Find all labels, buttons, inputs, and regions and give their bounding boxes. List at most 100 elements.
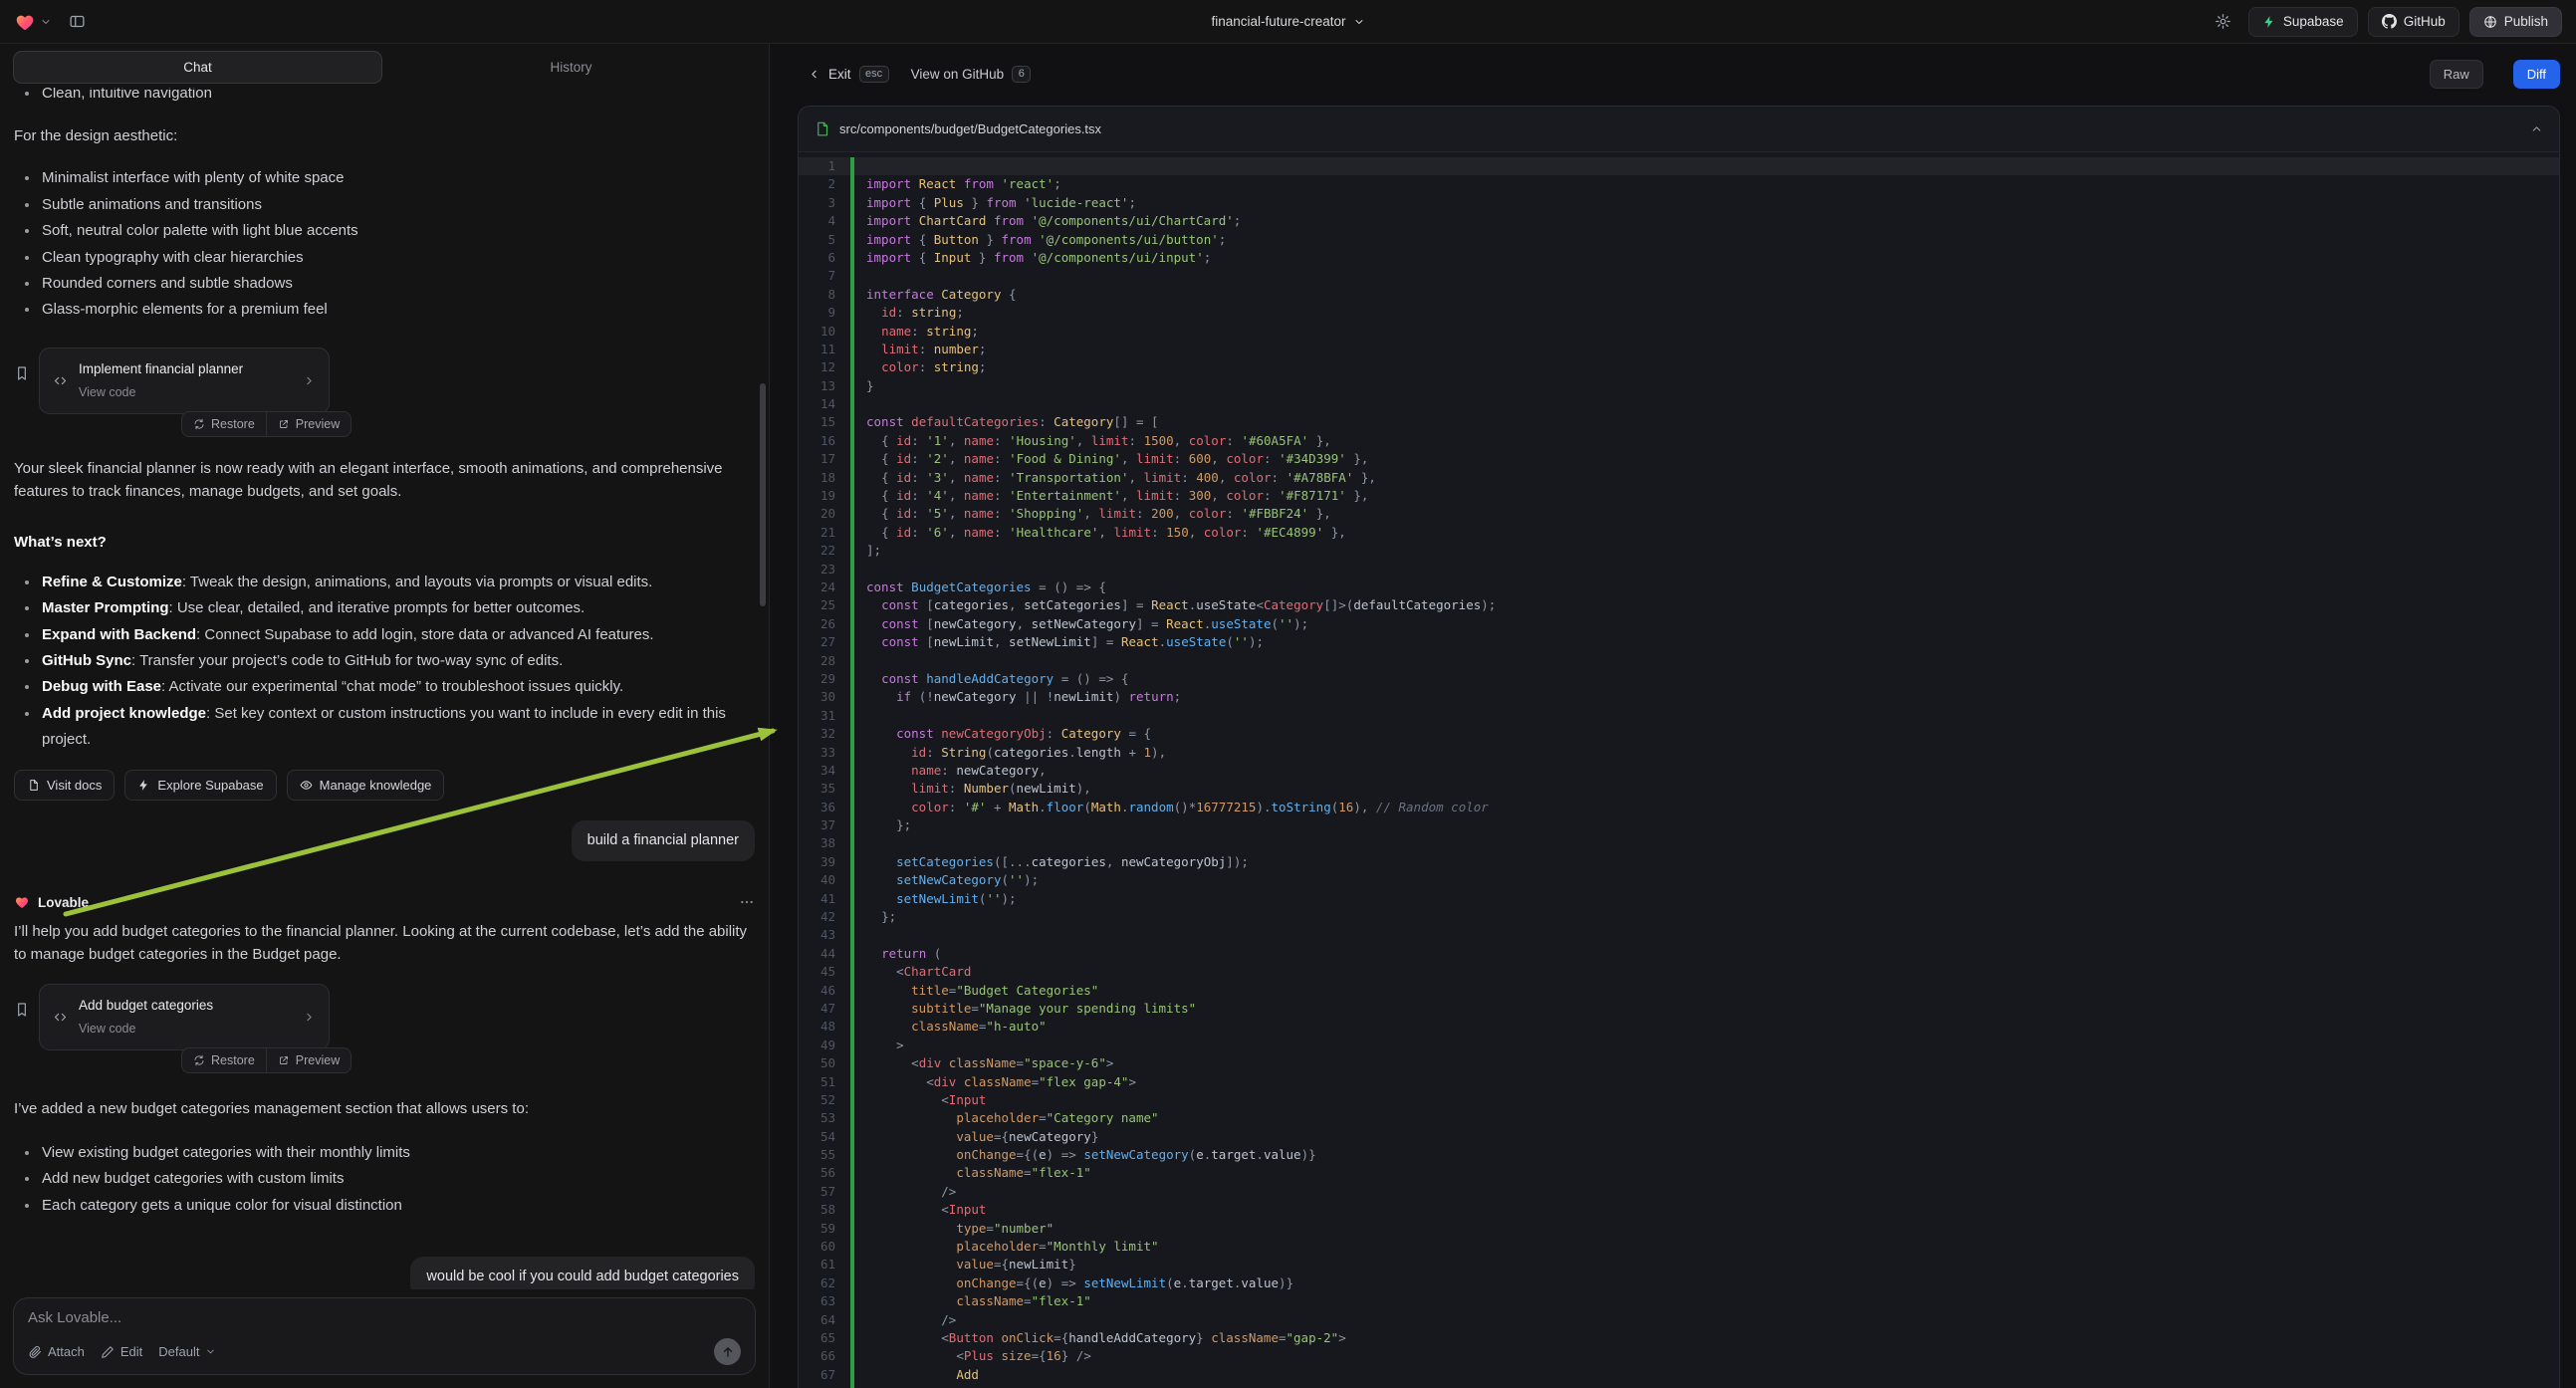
- code-line: 56 className="flex-1": [799, 1164, 2559, 1182]
- project-name-button[interactable]: financial-future-creator: [1211, 14, 1364, 29]
- line-number: 48: [799, 1018, 850, 1036]
- code-line: 2import React from 'react';: [799, 175, 2559, 193]
- chevron-down-icon: [205, 1346, 216, 1357]
- arrow-up-icon: [721, 1345, 735, 1359]
- code-scroll-area[interactable]: 12import React from 'react';3import { Pl…: [799, 152, 2559, 1388]
- raw-toggle-button[interactable]: Raw: [2430, 60, 2483, 89]
- chat-input[interactable]: [28, 1309, 741, 1326]
- assistant-intro-paragraph: I’ll help you add budget categories to t…: [14, 920, 755, 966]
- chat-scroll-area[interactable]: Clean, intuitive navigation For the desi…: [0, 88, 769, 1289]
- code-viewer: src/components/budget/BudgetCategories.t…: [798, 106, 2560, 1388]
- code-line: 52 <Input: [799, 1091, 2559, 1109]
- code-line: 33 id: String(categories.length + 1),: [799, 744, 2559, 762]
- code-text: limit: Number(newLimit),: [850, 780, 1091, 798]
- chat-tabs: Chat History: [13, 51, 756, 84]
- code-text: { id: '5', name: 'Shopping', limit: 200,…: [850, 505, 1331, 523]
- code-line: 42 };: [799, 908, 2559, 926]
- code-text: name: string;: [850, 323, 979, 341]
- code-text: id: string;: [850, 304, 964, 322]
- code-text: const [categories, setCategories] = Reac…: [850, 596, 1496, 614]
- line-number: 1: [799, 157, 850, 175]
- code-line: 12 color: string;: [799, 358, 2559, 376]
- file-header[interactable]: src/components/budget/BudgetCategories.t…: [799, 107, 2559, 152]
- view-code-link[interactable]: View code: [79, 1018, 292, 1041]
- preview-button[interactable]: Preview: [267, 412, 351, 436]
- line-number: 56: [799, 1164, 850, 1182]
- item-label: Expand with Backend: [42, 626, 196, 643]
- chat-scrollbar-thumb[interactable]: [760, 383, 766, 606]
- line-number: 29: [799, 670, 850, 688]
- item-label: GitHub Sync: [42, 652, 131, 669]
- line-number: 12: [799, 358, 850, 376]
- code-line: 8interface Category {: [799, 286, 2559, 304]
- attach-button[interactable]: Attach: [28, 1344, 85, 1359]
- line-number: 27: [799, 633, 850, 651]
- attach-label: Attach: [48, 1344, 85, 1359]
- added-feature-list: View existing budget categories with the…: [14, 1140, 755, 1219]
- topbar-center: financial-future-creator: [1211, 14, 1364, 29]
- sidebar-toggle-button[interactable]: [62, 7, 92, 37]
- code-text: className="h-auto": [850, 1018, 1047, 1036]
- collapse-file-button[interactable]: [2530, 122, 2543, 135]
- manage-knowledge-button[interactable]: Manage knowledge: [287, 770, 445, 801]
- lovable-logo-button[interactable]: [14, 11, 52, 33]
- exit-button[interactable]: Exit esc: [808, 66, 889, 83]
- chevron-left-icon: [808, 68, 820, 81]
- diff-toggle-button[interactable]: Diff: [2513, 60, 2560, 89]
- list-item: Glass-morphic elements for a premium fee…: [14, 297, 755, 323]
- view-code-link[interactable]: View code: [79, 381, 292, 404]
- code-text: />: [850, 1183, 956, 1201]
- tab-history[interactable]: History: [386, 51, 756, 84]
- code-line: 64 />: [799, 1311, 2559, 1329]
- mode-select-button[interactable]: Default: [158, 1344, 216, 1359]
- code-line: 3import { Plus } from 'lucide-react';: [799, 194, 2559, 212]
- code-text: { id: '6', name: 'Healthcare', limit: 15…: [850, 524, 1346, 542]
- list-item: Refine & Customize: Tweak the design, an…: [14, 570, 755, 595]
- code-line: 39 setCategories([...categories, newCate…: [799, 853, 2559, 871]
- explore-supabase-button[interactable]: Explore Supabase: [124, 770, 276, 801]
- code-line: 21 { id: '6', name: 'Healthcare', limit:…: [799, 524, 2559, 542]
- line-number: 25: [799, 596, 850, 614]
- edit-button[interactable]: Edit: [101, 1344, 142, 1359]
- settings-button[interactable]: [2209, 7, 2238, 37]
- preview-label: Preview: [296, 417, 340, 431]
- restore-button[interactable]: Restore: [182, 1048, 266, 1072]
- bookmark-icon: [14, 1002, 30, 1018]
- code-text: }: [850, 377, 874, 395]
- version-card-texts: Add budget categories View code: [79, 994, 292, 1041]
- restore-button[interactable]: Restore: [182, 412, 266, 436]
- preview-button[interactable]: Preview: [267, 1048, 351, 1072]
- code-text: <div className="flex gap-4">: [850, 1073, 1136, 1091]
- list-item: Clean typography with clear hierarchies: [14, 245, 755, 271]
- version-card-add-budget-categories[interactable]: Add budget categories View code: [39, 984, 330, 1050]
- code-line: 34 name: newCategory,: [799, 762, 2559, 780]
- code-line: 41 setNewLimit('');: [799, 890, 2559, 908]
- visit-docs-button[interactable]: Visit docs: [14, 770, 115, 801]
- view-on-github-button[interactable]: View on GitHub 6: [911, 66, 1032, 83]
- list-item: Rounded corners and subtle shadows: [14, 271, 755, 297]
- code-text: onChange={(e) => setNewLimit(e.target.va…: [850, 1274, 1293, 1292]
- item-label: Debug with Ease: [42, 678, 161, 695]
- list-item: Each category gets a unique color for vi…: [14, 1193, 755, 1219]
- publish-button[interactable]: Publish: [2469, 7, 2562, 37]
- bookmark-icon: [14, 365, 30, 381]
- send-button[interactable]: [714, 1338, 741, 1365]
- code-text: id: String(categories.length + 1),: [850, 744, 1166, 762]
- line-number: 23: [799, 561, 850, 578]
- message-options-button[interactable]: [739, 894, 755, 910]
- item-label: Refine & Customize: [42, 574, 182, 590]
- line-number: 49: [799, 1037, 850, 1054]
- github-button[interactable]: GitHub: [2368, 7, 2459, 37]
- code-text: [850, 926, 866, 944]
- line-number: 6: [799, 249, 850, 267]
- supabase-button[interactable]: Supabase: [2248, 7, 2358, 37]
- version-card-implement-financial-planner[interactable]: Implement financial planner View code: [39, 347, 330, 414]
- eye-icon: [300, 779, 313, 792]
- external-link-icon: [278, 418, 290, 430]
- app-root: financial-future-creator Supabase: [0, 0, 2576, 1388]
- chevron-up-icon: [2530, 122, 2543, 135]
- tab-chat[interactable]: Chat: [13, 51, 382, 84]
- line-number: 39: [799, 853, 850, 871]
- code-line: 22];: [799, 542, 2559, 560]
- code-text: [850, 834, 866, 852]
